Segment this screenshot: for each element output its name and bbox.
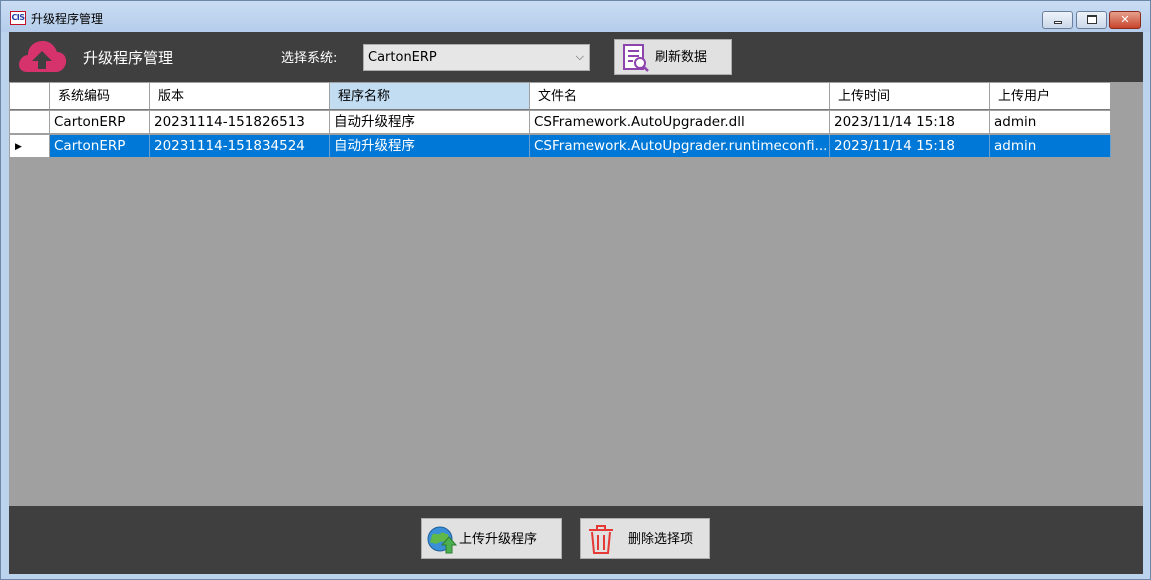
cell-system-code[interactable]: CartonERP bbox=[50, 111, 150, 134]
current-row-arrow-icon: ▶ bbox=[15, 142, 22, 152]
chevron-down-icon: ⌵ bbox=[575, 50, 584, 63]
upgrade-programs-grid[interactable]: 系统编码 版本 程序名称 文件名 上传时间 上传用户 CartonERP 202… bbox=[10, 83, 1111, 159]
table-row[interactable]: CartonERP 20231114-151826513 自动升级程序 CSFr… bbox=[10, 111, 1111, 134]
cell-upload-time[interactable]: 2023/11/14 15:18 bbox=[830, 111, 990, 134]
cell-upload-user[interactable]: admin bbox=[990, 135, 1111, 158]
grid-header-row: 系统编码 版本 程序名称 文件名 上传时间 上传用户 bbox=[10, 83, 1111, 110]
minimize-icon bbox=[1054, 21, 1062, 24]
column-header-version[interactable]: 版本 bbox=[150, 83, 330, 110]
column-header-upload-time[interactable]: 上传时间 bbox=[830, 83, 990, 110]
cell-upload-time[interactable]: 2023/11/14 15:18 bbox=[830, 135, 990, 158]
cell-version[interactable]: 20231114-151826513 bbox=[150, 111, 330, 134]
cloud-upload-icon bbox=[19, 41, 67, 72]
app-logo-icon: CIS bbox=[10, 11, 26, 25]
upload-program-button[interactable]: 上传升级程序 bbox=[421, 518, 562, 559]
column-header-file-name[interactable]: 文件名 bbox=[530, 83, 830, 110]
close-icon: ✕ bbox=[1120, 13, 1130, 26]
cell-program-name[interactable]: 自动升级程序 bbox=[330, 111, 530, 134]
app-window: CIS 升级程序管理 ✕ 升级程序管理 选择系统: CartonERP ⌵ 刷新… bbox=[0, 0, 1151, 580]
row-header[interactable] bbox=[10, 111, 50, 134]
column-header-upload-user[interactable]: 上传用户 bbox=[990, 83, 1111, 110]
table-row-selected[interactable]: ▶ CartonERP 20231114-151834524 自动升级程序 CS… bbox=[10, 135, 1111, 158]
cell-program-name[interactable]: 自动升级程序 bbox=[330, 135, 530, 158]
bottom-toolbar: 上传升级程序 删除选择项 bbox=[9, 506, 1143, 574]
top-toolbar: 升级程序管理 选择系统: CartonERP ⌵ 刷新数据 bbox=[9, 32, 1143, 82]
column-header-system-code[interactable]: 系统编码 bbox=[50, 83, 150, 110]
delete-selected-button[interactable]: 删除选择项 bbox=[580, 518, 710, 559]
row-header-corner[interactable] bbox=[10, 83, 50, 110]
page-title: 升级程序管理 bbox=[83, 49, 174, 67]
system-select[interactable]: CartonERP ⌵ bbox=[363, 44, 590, 71]
client-area: 升级程序管理 选择系统: CartonERP ⌵ 刷新数据 系统编码 版本 程序… bbox=[9, 32, 1143, 574]
close-button[interactable]: ✕ bbox=[1109, 11, 1141, 29]
cell-file-name[interactable]: CSFramework.AutoUpgrader.dll bbox=[530, 111, 830, 134]
refresh-data-label: 刷新数据 bbox=[655, 50, 708, 65]
document-search-icon bbox=[623, 44, 649, 72]
cell-file-name[interactable]: CSFramework.AutoUpgrader.runtimeconfi... bbox=[530, 135, 830, 158]
delete-selected-label: 删除选择项 bbox=[628, 532, 694, 547]
upload-program-label: 上传升级程序 bbox=[459, 532, 538, 547]
trash-icon bbox=[589, 525, 613, 554]
cell-system-code[interactable]: CartonERP bbox=[50, 135, 150, 158]
row-header[interactable]: ▶ bbox=[10, 135, 50, 158]
title-bar[interactable]: CIS 升级程序管理 ✕ bbox=[1, 1, 1150, 32]
maximize-icon bbox=[1087, 15, 1097, 24]
cell-upload-user[interactable]: admin bbox=[990, 111, 1111, 134]
column-header-program-name[interactable]: 程序名称 bbox=[330, 83, 530, 110]
cell-version[interactable]: 20231114-151834524 bbox=[150, 135, 330, 158]
system-select-label: 选择系统: bbox=[281, 51, 338, 66]
minimize-button[interactable] bbox=[1042, 11, 1073, 29]
window-title: 升级程序管理 bbox=[31, 12, 104, 26]
globe-upload-icon bbox=[427, 526, 458, 554]
refresh-data-button[interactable]: 刷新数据 bbox=[614, 39, 732, 75]
system-select-value: CartonERP bbox=[368, 50, 437, 65]
maximize-button[interactable] bbox=[1076, 11, 1107, 29]
